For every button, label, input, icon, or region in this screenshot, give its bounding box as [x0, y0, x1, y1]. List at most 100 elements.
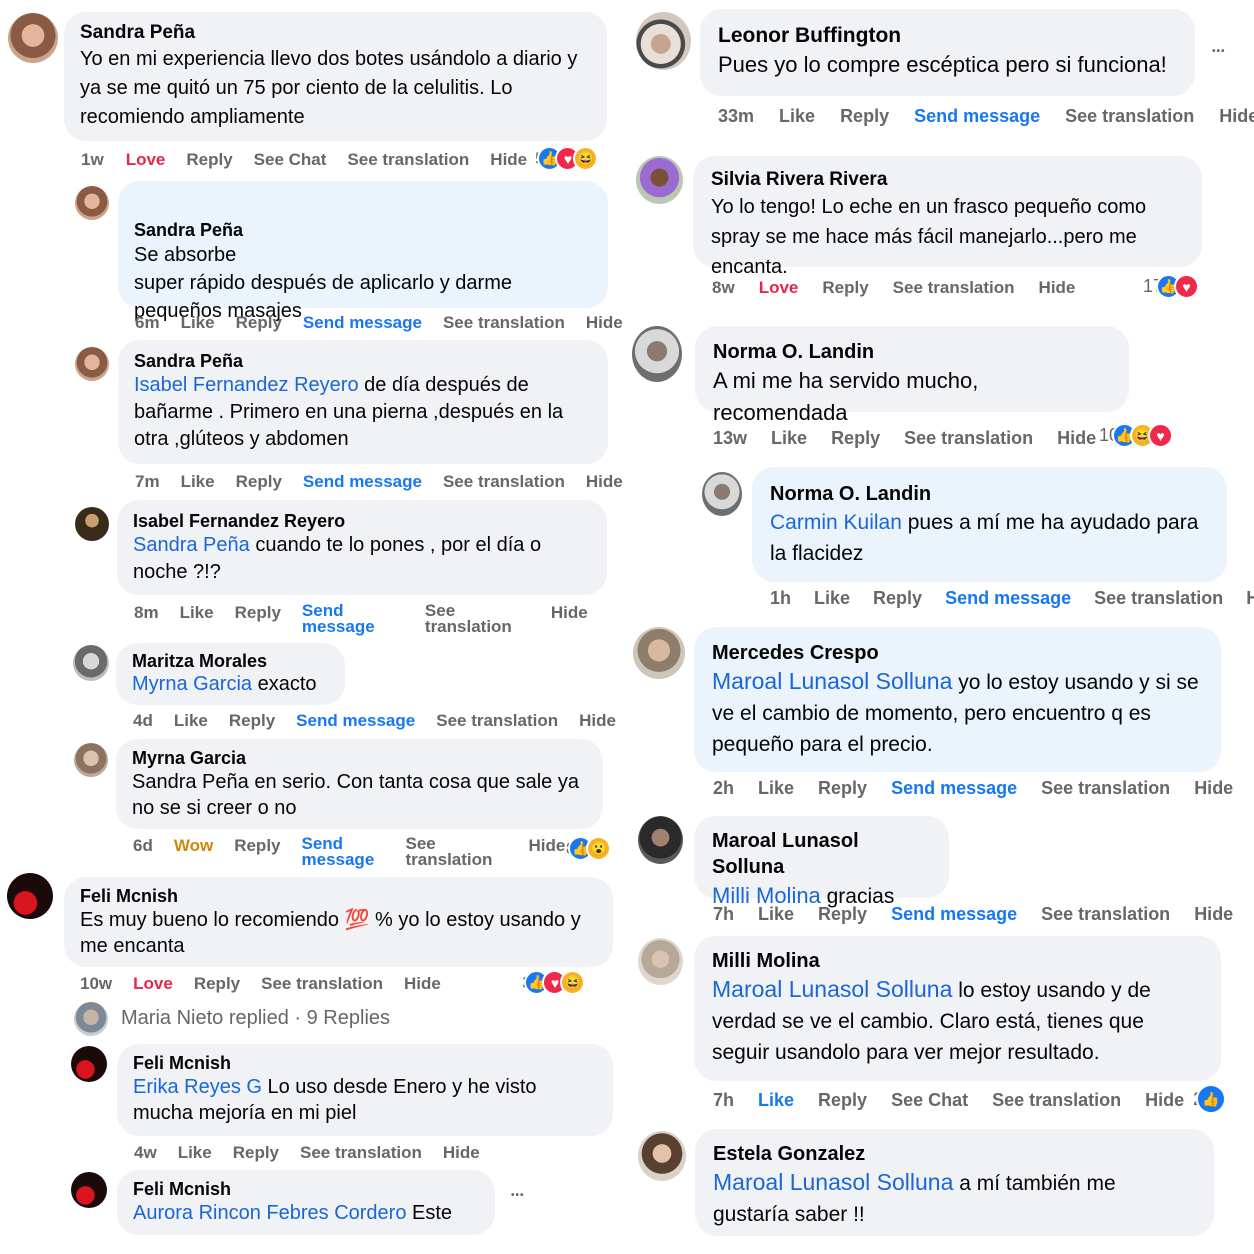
like-button[interactable]: Like [178, 1143, 212, 1163]
like-button[interactable]: Like [758, 904, 794, 925]
hide-button[interactable]: Hide [529, 836, 566, 856]
like-button[interactable]: Like [758, 1090, 794, 1111]
reply-button[interactable]: Reply [234, 836, 280, 856]
send-message-button[interactable]: Send message [945, 588, 1071, 609]
like-button[interactable]: Like [181, 313, 215, 333]
see-translation-button[interactable]: See translation [261, 974, 383, 994]
reply-button[interactable]: Reply [873, 588, 922, 609]
comment-author[interactable]: Myrna Garcia [132, 747, 587, 769]
like-button[interactable]: Like [779, 106, 815, 127]
avatar[interactable] [7, 873, 53, 919]
like-button[interactable]: Like [181, 472, 215, 492]
like-button[interactable]: Like [174, 711, 208, 731]
hide-button[interactable]: Hide [1145, 1090, 1184, 1111]
mention-link[interactable]: Maroal Lunasol Solluna [713, 1169, 953, 1195]
comment-time[interactable]: 4w [134, 1143, 157, 1163]
avatar[interactable] [8, 13, 58, 63]
comment-author[interactable]: Norma O. Landin [770, 481, 1209, 507]
comment-time[interactable]: 7m [135, 472, 160, 492]
avatar[interactable] [75, 186, 109, 220]
mention-link[interactable]: Isabel Fernandez Reyero [134, 374, 359, 396]
hide-button[interactable]: Hide [404, 974, 441, 994]
reply-button[interactable]: Reply [818, 1090, 867, 1111]
see-translation-button[interactable]: See translation [893, 278, 1015, 298]
reply-button[interactable]: Reply [229, 711, 275, 731]
comment-author[interactable]: Milli Molina [712, 948, 1203, 974]
mention-link[interactable]: Aurora Rincon Febres Cordero [133, 1202, 406, 1224]
see-translation-button[interactable]: See translation [425, 602, 530, 635]
see-translation-button[interactable]: See translation [436, 711, 558, 731]
see-chat-button[interactable]: See Chat [891, 1090, 968, 1111]
mention-link[interactable]: Carmin Kuilan [770, 511, 902, 534]
avatar[interactable] [75, 507, 109, 541]
comment-time[interactable]: 2h [713, 778, 734, 799]
avatar[interactable] [73, 645, 109, 681]
avatar[interactable] [632, 326, 682, 382]
avatar[interactable] [638, 1131, 686, 1181]
reply-button[interactable]: Reply [818, 778, 867, 799]
avatar[interactable] [636, 156, 683, 204]
comment-author[interactable]: Feli Mcnish [133, 1052, 597, 1074]
comment-author[interactable]: Feli Mcnish [133, 1178, 479, 1200]
hide-button[interactable]: Hide [1194, 778, 1233, 799]
avatar[interactable] [71, 1046, 107, 1082]
send-message-button[interactable]: Send message [914, 106, 1040, 127]
comment-time[interactable]: 8m [134, 603, 159, 623]
comment-author[interactable]: Estela Gonzalez [713, 1141, 1196, 1167]
hide-button[interactable]: Hide [579, 711, 616, 731]
comment-time[interactable]: 8w [712, 278, 735, 298]
love-button[interactable]: Love [759, 278, 799, 298]
wow-button[interactable]: Wow [174, 836, 213, 856]
reply-button[interactable]: Reply [235, 603, 281, 623]
reply-button[interactable]: Reply [186, 150, 232, 170]
send-message-button[interactable]: Send message [303, 472, 422, 492]
see-translation-button[interactable]: See translation [904, 428, 1033, 449]
like-button[interactable]: Like [771, 428, 807, 449]
send-message-button[interactable]: Send message [891, 904, 1017, 925]
love-button[interactable]: Love [133, 974, 173, 994]
see-translation-button[interactable]: See translation [1094, 588, 1223, 609]
comment-time[interactable]: 33m [718, 106, 754, 127]
comment-time[interactable]: 6m [135, 313, 160, 333]
send-message-button[interactable]: Send message [303, 313, 422, 333]
mention-link[interactable]: Myrna Garcia [132, 673, 252, 695]
comment-author[interactable]: Maritza Morales [132, 650, 329, 672]
hide-button[interactable]: Hide [1219, 106, 1254, 127]
reply-button[interactable]: Reply [840, 106, 889, 127]
reactions-summary[interactable]: 10 👍 😆 ♥ [1099, 423, 1174, 448]
comment-author[interactable]: Sandra Peña [80, 21, 591, 45]
more-options-button[interactable]: ••• [1212, 46, 1226, 57]
mention-link[interactable]: Erika Reyes G [133, 1076, 262, 1098]
send-message-button[interactable]: Send message [891, 778, 1017, 799]
mention-link[interactable]: Maroal Lunasol Solluna [712, 668, 952, 694]
comment-author[interactable]: Maroal Lunasol Solluna [712, 828, 931, 880]
avatar[interactable] [633, 627, 685, 679]
reactions-summary[interactable]: 5 👍 ♥ 😆 [535, 146, 599, 171]
like-button[interactable]: Like [758, 778, 794, 799]
mention-link[interactable]: Maroal Lunasol Solluna [712, 976, 952, 1002]
comment-author[interactable]: Feli Mcnish [80, 885, 597, 907]
hide-button[interactable]: Hide [1246, 588, 1254, 609]
hide-button[interactable]: Hide [551, 603, 588, 623]
avatar[interactable] [74, 743, 108, 777]
like-button[interactable]: Like [814, 588, 850, 609]
comment-author[interactable]: Sandra Peña [134, 350, 592, 372]
see-translation-button[interactable]: See translation [443, 313, 565, 333]
hide-button[interactable]: Hide [1194, 904, 1233, 925]
avatar[interactable] [75, 347, 109, 381]
hide-button[interactable]: Hide [443, 1143, 480, 1163]
see-chat-button[interactable]: See Chat [254, 150, 327, 170]
comment-time[interactable]: 1w [81, 150, 104, 170]
avatar[interactable] [71, 1172, 107, 1208]
see-translation-button[interactable]: See translation [347, 150, 469, 170]
see-translation-button[interactable]: See translation [1041, 904, 1170, 925]
reactions-summary[interactable]: 2 👍 [1193, 1084, 1227, 1114]
hide-button[interactable]: Hide [586, 313, 623, 333]
comment-author[interactable]: Leonor Buffington [718, 22, 1177, 49]
see-translation-button[interactable]: See translation [300, 1143, 422, 1163]
hide-button[interactable]: Hide [1039, 278, 1076, 298]
avatar[interactable] [638, 816, 683, 864]
see-translation-button[interactable]: See translation [443, 472, 565, 492]
see-translation-button[interactable]: See translation [1065, 106, 1194, 127]
comment-time[interactable]: 13w [713, 428, 747, 449]
